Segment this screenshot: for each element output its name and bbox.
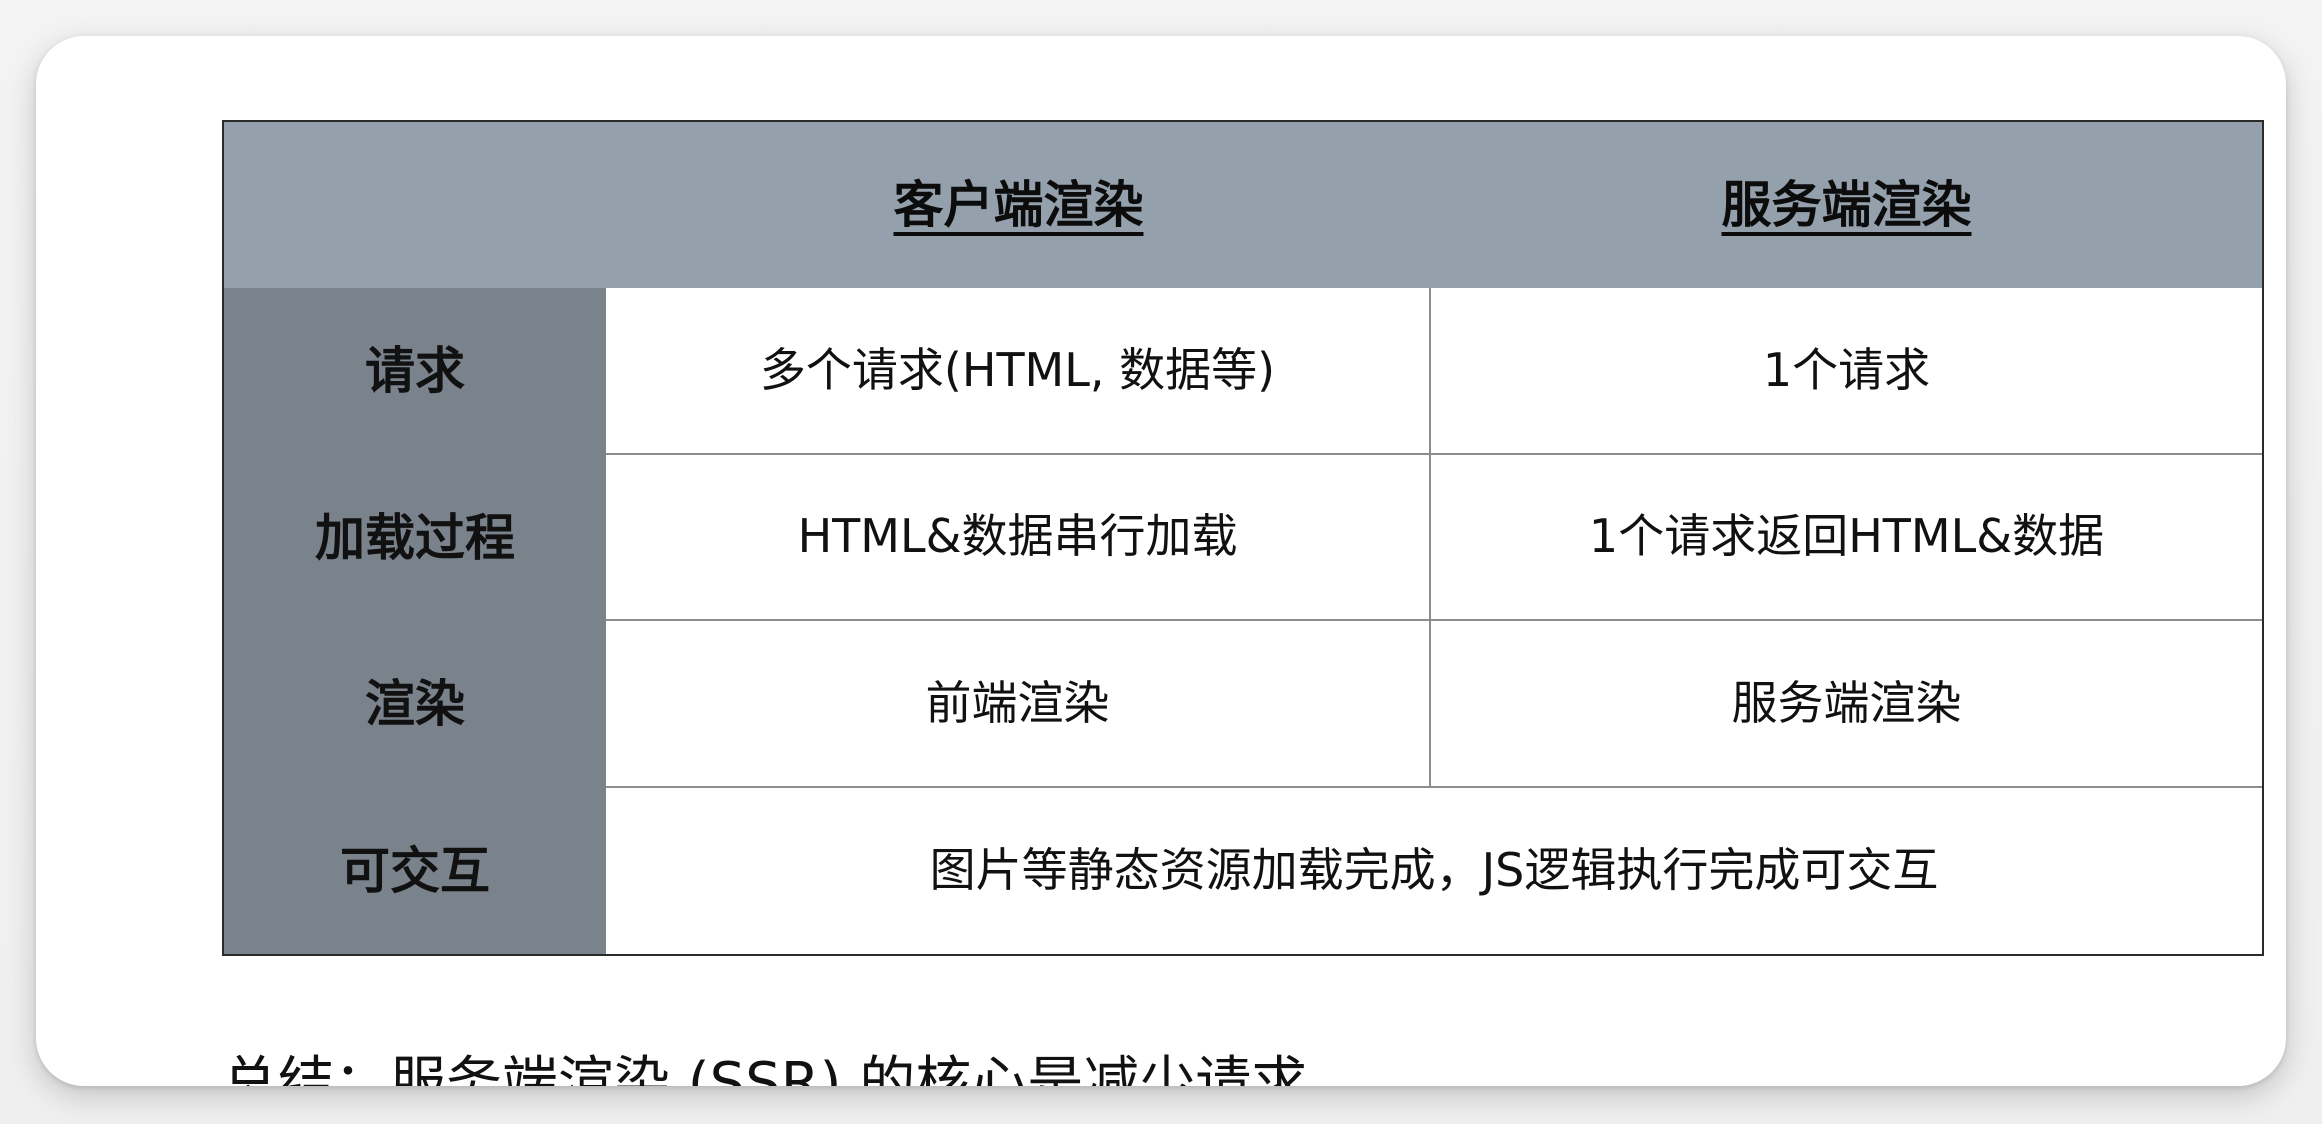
column-header-client: 客户端渲染 [606, 122, 1431, 288]
row-header-interactive: 可交互 [224, 787, 606, 954]
table-cell-loading-client: HTML&数据串行加载 [606, 454, 1431, 621]
content-card: 客户端渲染 服务端渲染 请求 多个请求(HTML, 数据等) 1个请求 加载过程… [36, 36, 2286, 1086]
table-cell-request-client: 多个请求(HTML, 数据等) [606, 288, 1431, 455]
row-header-render: 渲染 [224, 621, 606, 788]
column-title-server: 服务端渲染 [1721, 176, 1972, 234]
row-header-loading: 加载过程 [224, 454, 606, 621]
table-cell-loading-server: 1个请求返回HTML&数据 [1431, 454, 2262, 621]
summary-text: 总结：服务端渲染 (SSR) 的核心是减少请求 [222, 1051, 1308, 1086]
row-header-request: 请求 [224, 288, 606, 455]
table-cell-render-server: 服务端渲染 [1431, 621, 2262, 788]
table-cell-interactive-merged: 图片等静态资源加载完成，JS逻辑执行完成可交互 [606, 787, 2262, 954]
column-header-server: 服务端渲染 [1431, 122, 2262, 288]
column-title-client: 客户端渲染 [893, 176, 1144, 234]
table-cell-request-server: 1个请求 [1431, 288, 2262, 455]
table-cell-render-client: 前端渲染 [606, 621, 1431, 788]
comparison-table: 客户端渲染 服务端渲染 请求 多个请求(HTML, 数据等) 1个请求 加载过程… [222, 120, 2264, 956]
comparison-grid: 客户端渲染 服务端渲染 请求 多个请求(HTML, 数据等) 1个请求 加载过程… [224, 122, 2262, 954]
table-corner-cell [224, 122, 606, 288]
